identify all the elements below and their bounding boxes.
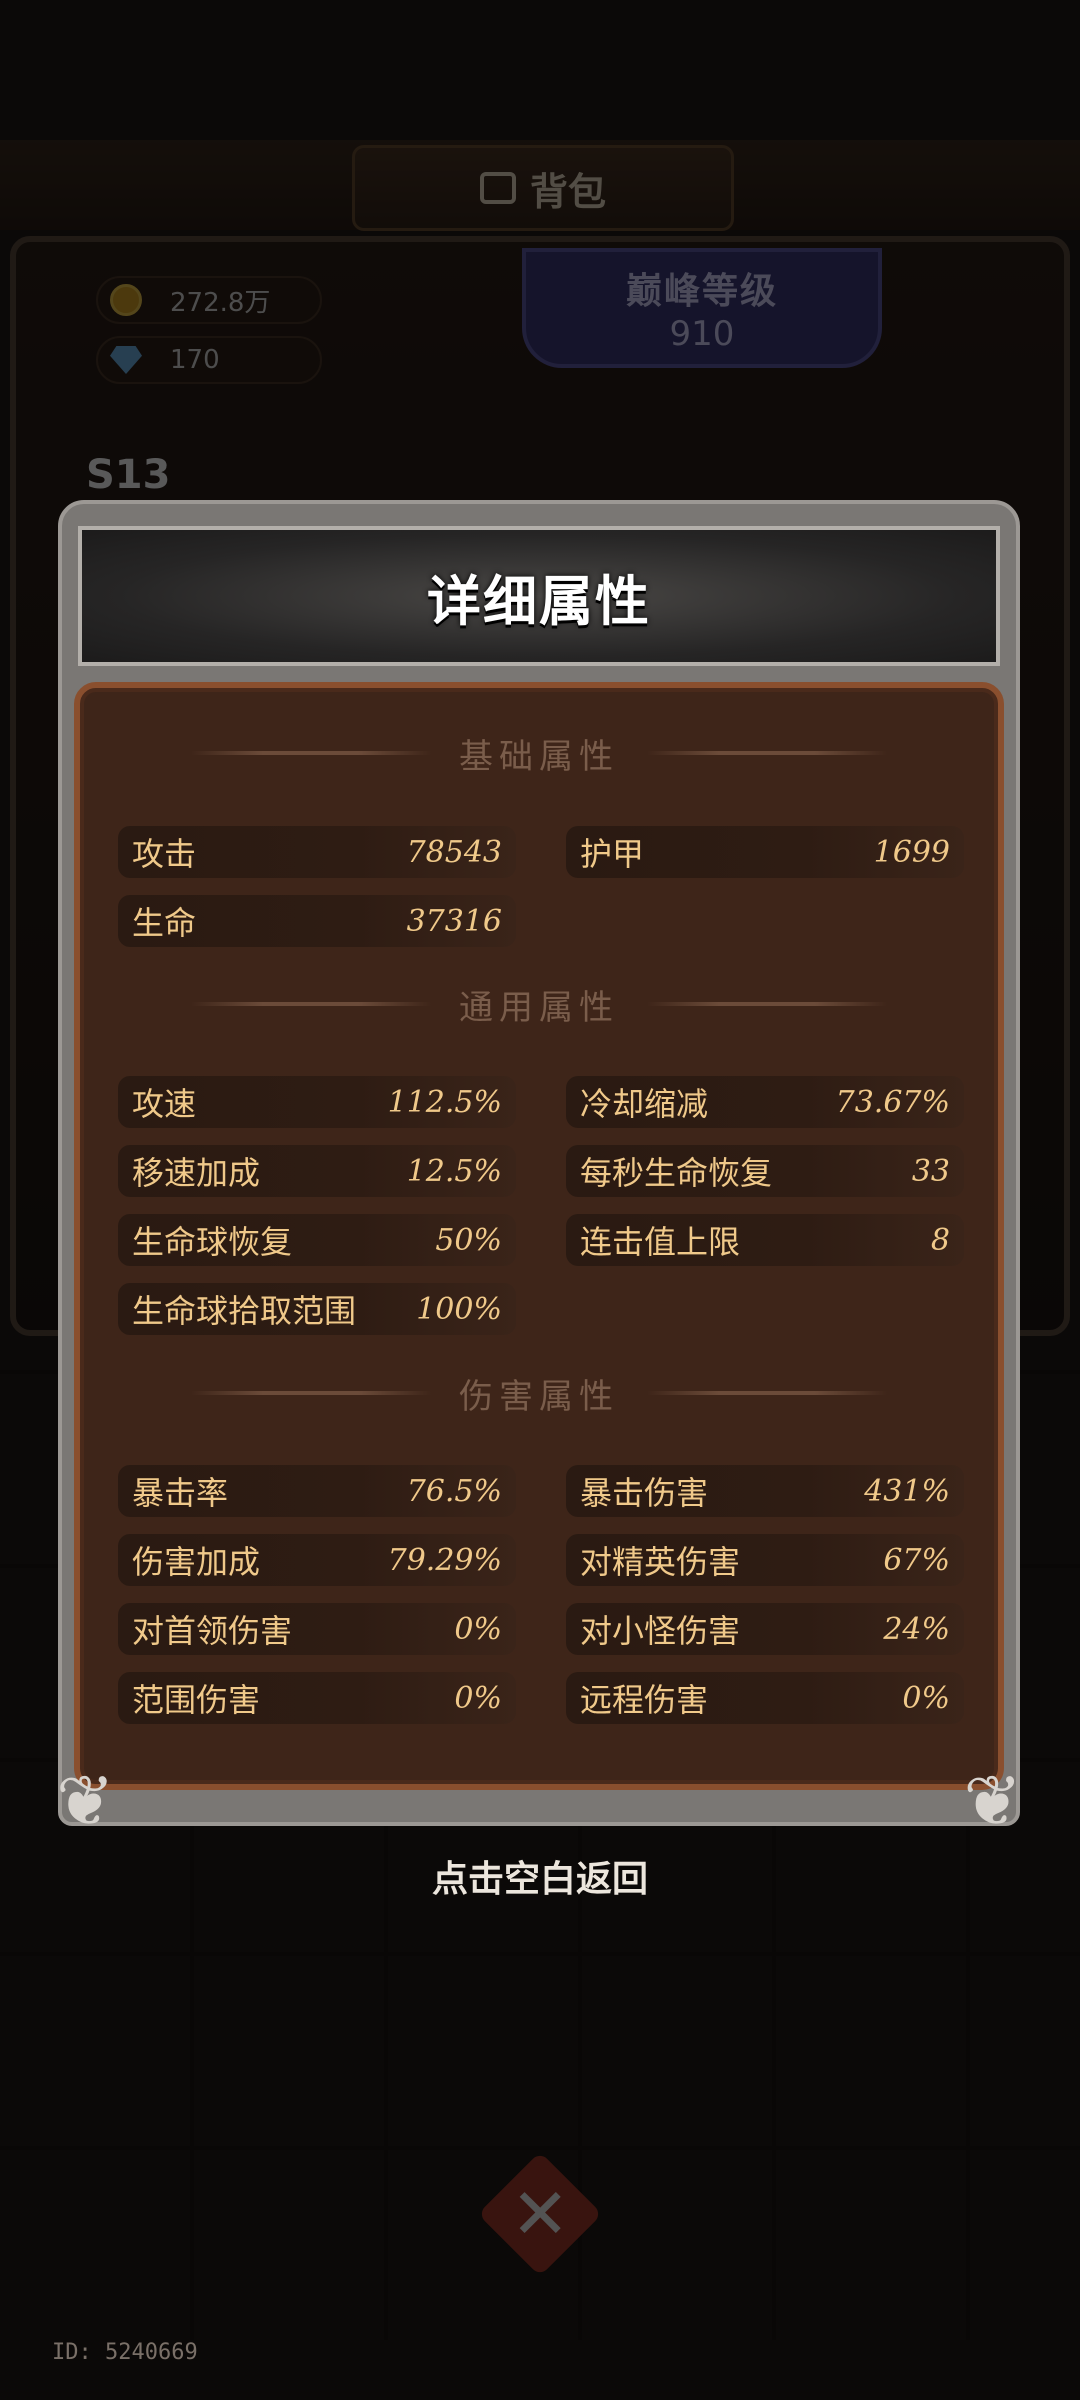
stat-label: 远程伤害 (580, 1681, 709, 1719)
stat-row-move-speed: 移速加成 12.5% (118, 1145, 516, 1197)
stat-value: 112.5% (387, 1084, 502, 1120)
stat-label: 伤害加成 (132, 1543, 261, 1581)
tap-to-return-hint[interactable]: 点击空白返回 (0, 1850, 1080, 1902)
stat-label: 暴击率 (132, 1474, 229, 1512)
stat-row-hp-regen: 每秒生命恢复 33 (566, 1145, 964, 1197)
bag-title-plate: 背包 (352, 145, 734, 231)
bag-icon (479, 172, 516, 204)
stat-value: 8 (930, 1222, 950, 1258)
peak-level-label: 巅峰等级 (625, 271, 778, 312)
stat-value: 0% (454, 1611, 502, 1647)
stat-row-armor: 护甲 1699 (566, 826, 964, 878)
stat-row-hp: 生命 37316 (118, 895, 516, 947)
modal-title: 详细属性 (427, 569, 651, 633)
stat-value: 67% (883, 1542, 950, 1578)
stat-label: 攻击 (132, 835, 197, 873)
stat-row-orb-pickup-range: 生命球拾取范围 100% (118, 1283, 516, 1335)
section-header-damage: 伤害属性 (80, 1368, 998, 1418)
divider (647, 751, 887, 755)
stat-row-ranged-damage: 远程伤害 0% (566, 1672, 964, 1724)
corner-ornament-right-icon: ❦ (963, 1760, 1022, 1842)
stat-value: 33 (911, 1153, 950, 1189)
stat-row-elite-damage: 对精英伤害 67% (566, 1534, 964, 1586)
corner-ornament-left-icon: ❦ (56, 1760, 115, 1842)
section-title-basic: 基础属性 (459, 736, 619, 777)
stat-value: 78543 (406, 834, 502, 870)
stat-value: 24% (883, 1611, 950, 1647)
stat-value: 100% (416, 1291, 502, 1327)
stat-label: 每秒生命恢复 (580, 1154, 773, 1192)
stat-row-damage-bonus: 伤害加成 79.29% (118, 1534, 516, 1586)
stat-value: 431% (864, 1473, 950, 1509)
stat-label: 暴击伤害 (580, 1474, 709, 1512)
gem-counter: 170 (96, 336, 322, 384)
stat-value: 50% (435, 1222, 502, 1258)
peak-level-plate: 巅峰等级 910 (522, 248, 882, 368)
section-header-general: 通用属性 (80, 979, 998, 1029)
divider (647, 1391, 887, 1395)
stat-label: 连击值上限 (580, 1223, 741, 1261)
divider (191, 1391, 431, 1395)
stat-label: 移速加成 (132, 1154, 261, 1192)
stat-row-crit-damage: 暴击伤害 431% (566, 1465, 964, 1517)
stat-label: 生命 (132, 904, 197, 942)
gold-counter: 272.8万 (96, 276, 322, 324)
divider (647, 1002, 887, 1006)
stat-row-combo-cap: 连击值上限 8 (566, 1214, 964, 1266)
section-title-general: 通用属性 (459, 987, 619, 1028)
stat-row-area-damage: 范围伤害 0% (118, 1672, 516, 1724)
divider (191, 751, 431, 755)
stat-label: 对首领伤害 (132, 1612, 293, 1650)
stat-value: 79.29% (387, 1542, 502, 1578)
section-header-basic: 基础属性 (80, 728, 998, 778)
gold-amount: 272.8万 (170, 287, 271, 318)
gem-amount: 170 (170, 345, 220, 375)
player-id: ID: 5240669 (52, 2340, 198, 2365)
stat-label: 对小怪伤害 (580, 1612, 741, 1650)
gem-icon (110, 346, 142, 374)
stat-row-boss-damage: 对首领伤害 0% (118, 1603, 516, 1655)
stat-label: 范围伤害 (132, 1681, 261, 1719)
stat-value: 0% (454, 1680, 502, 1716)
stat-label: 对精英伤害 (580, 1543, 741, 1581)
season-badge: S13 (86, 452, 171, 498)
stat-row-orb-heal: 生命球恢复 50% (118, 1214, 516, 1266)
detail-attributes-modal: 详细属性 基础属性 攻击 78543 护甲 1699 生命 37316 通用属性… (56, 500, 1022, 1836)
bag-title: 背包 (529, 169, 606, 214)
stat-label: 冷却缩减 (580, 1085, 709, 1123)
section-title-damage: 伤害属性 (459, 1376, 619, 1417)
stat-value: 76.5% (406, 1473, 502, 1509)
peak-level-value: 910 (669, 314, 735, 354)
stat-value: 37316 (406, 903, 502, 939)
coin-icon (110, 284, 142, 316)
modal-body: 基础属性 攻击 78543 护甲 1699 生命 37316 通用属性 攻速 1… (74, 682, 1004, 1790)
stat-label: 攻速 (132, 1085, 197, 1123)
stat-value: 0% (902, 1680, 950, 1716)
divider (191, 1002, 431, 1006)
stat-row-crit-rate: 暴击率 76.5% (118, 1465, 516, 1517)
stat-row-attack: 攻击 78543 (118, 826, 516, 878)
stat-value: 73.67% (835, 1084, 950, 1120)
stat-label: 护甲 (580, 835, 645, 873)
stat-row-cooldown: 冷却缩减 73.67% (566, 1076, 964, 1128)
stat-label: 生命球拾取范围 (132, 1292, 357, 1330)
modal-header: 详细属性 (78, 526, 1000, 666)
stat-label: 生命球恢复 (132, 1223, 293, 1261)
stat-value: 1699 (873, 834, 950, 870)
stat-row-minion-damage: 对小怪伤害 24% (566, 1603, 964, 1655)
stat-value: 12.5% (406, 1153, 502, 1189)
stat-row-attack-speed: 攻速 112.5% (118, 1076, 516, 1128)
